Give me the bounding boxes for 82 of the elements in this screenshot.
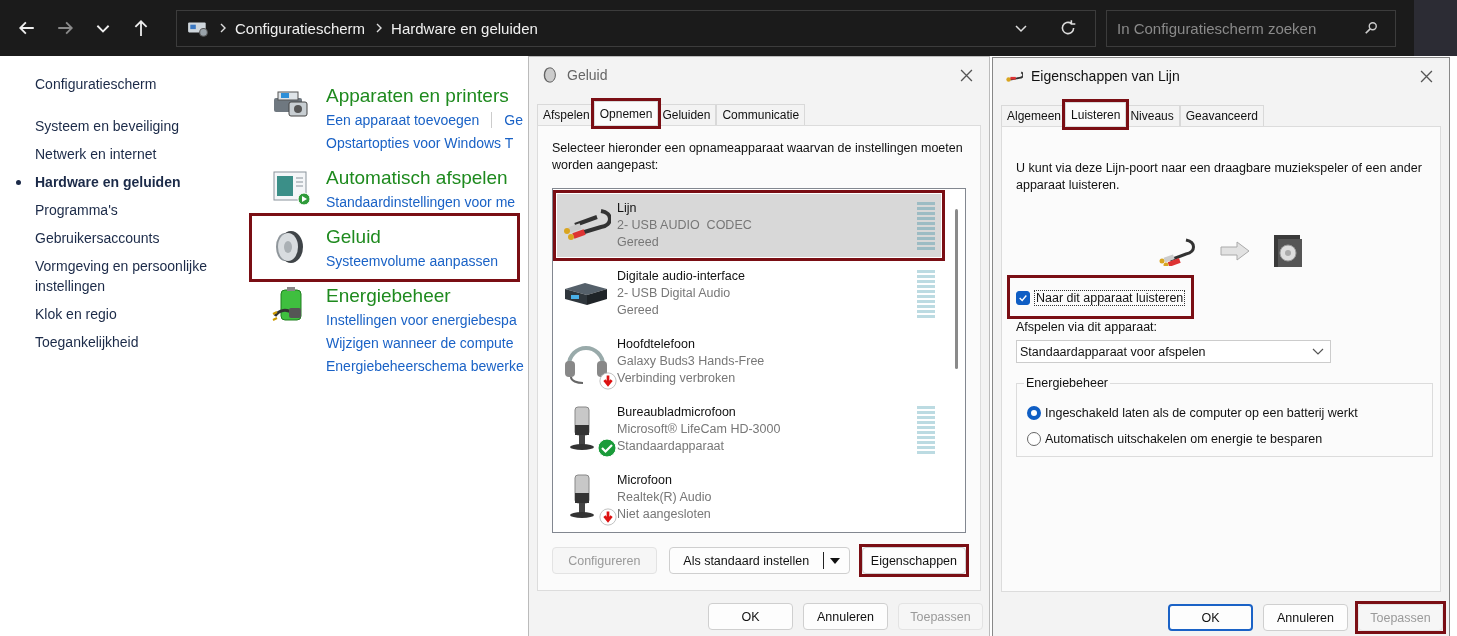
dialog-button[interactable]: Annuleren [803, 603, 888, 630]
speaker-box-icon [1272, 233, 1304, 269]
device-status: Standaardapparaat [617, 438, 726, 455]
sidebar-link[interactable]: Netwerk en internet [16, 140, 157, 168]
radio-button[interactable] [1027, 432, 1041, 446]
tab[interactable]: Communicatie [716, 104, 806, 125]
audio-cable-icon [1158, 236, 1198, 266]
checkmark-icon [1018, 293, 1028, 303]
category-link[interactable]: Geluid [326, 225, 498, 249]
forward-arrow-icon [56, 19, 74, 37]
device-name: Bureaubladmicrofoon [617, 404, 737, 421]
device-status: Verbinding verbroken [617, 370, 737, 387]
task-link[interactable]: Systeemvolume aanpassen [326, 252, 498, 269]
device-row[interactable]: Hoofdtelefoon Galaxy Buds3 Hands-Free Verbinding verbroken [557, 330, 941, 393]
sidebar-link[interactable]: Systeem en beveiliging [16, 112, 179, 140]
sidebar-link[interactable]: Vormgeving en persoonlijke instellingen [16, 252, 235, 300]
group-title: Energiebeheer [1024, 376, 1110, 390]
caret-down-icon [830, 557, 841, 564]
device-name: Lijn [617, 200, 638, 217]
task-link[interactable]: Wijzigen wanneer de compute [326, 334, 514, 351]
description-text: U kunt via deze Lijn-poort naar een draagbare muziekspeler of een ander apparaat luisteren. [1016, 160, 1423, 194]
playback-device-dropdown[interactable]: Standaardapparaat voor afspelen [1016, 340, 1331, 363]
dialog-button[interactable]: OK [1168, 604, 1253, 631]
back-arrow-icon [18, 19, 36, 37]
scrollbar[interactable] [955, 209, 958, 369]
window-title: Geluid [567, 67, 608, 83]
device-status: Gereed [617, 302, 660, 319]
device-name: Hoofdtelefoon [617, 336, 696, 353]
media-window-icon [271, 168, 311, 208]
breadcrumb-link[interactable]: Hardware en geluiden [391, 19, 538, 37]
chevron-right-icon [219, 22, 227, 34]
device-driver: Realtek(R) Audio [617, 489, 713, 506]
category-link[interactable]: Energiebeheer [326, 284, 524, 308]
task-link[interactable]: Ge [504, 111, 524, 128]
device-row[interactable]: Bureaubladmicrofoon Microsoft® LifeCam HD-3000 Standaardapparaat [557, 398, 941, 461]
search-icon [1364, 20, 1378, 35]
checkbox[interactable] [1016, 291, 1030, 305]
sidebar-link[interactable]: Toegankelijkheid [16, 328, 139, 356]
dialog-button[interactable]: Als standaard instellen [668, 547, 850, 574]
device-status: Niet aangesloten [617, 506, 712, 523]
task-link[interactable]: Standaardinstellingen voor me [326, 193, 516, 210]
address-bar[interactable]: Configuratiescherm Hardware en geluiden [176, 9, 1096, 47]
device-driver: Microsoft® LifeCam HD-3000 [617, 421, 782, 438]
dialog-button[interactable]: Eigenschappen [861, 547, 966, 574]
sidebar-link[interactable]: Klok en regio [16, 300, 117, 328]
home-link[interactable]: Configuratiescherm [16, 76, 249, 92]
tab[interactable]: Geavanceerd [1179, 105, 1264, 126]
dialog-button[interactable]: Annuleren [1263, 604, 1348, 631]
radio-button[interactable] [1027, 406, 1041, 420]
radio-label[interactable]: Automatisch uitschakelen om energie te besparen [1045, 432, 1323, 446]
device-driver: 2- USB Digital Audio [617, 285, 732, 302]
window-title: Eigenschappen van Lijn [1031, 68, 1180, 84]
device-status: Gereed [617, 234, 660, 251]
task-link[interactable]: Energiebeheerschema bewerke [326, 357, 524, 374]
background-window [1414, 0, 1457, 56]
instruction-text: Selecteer hieronder een opnameapparaat waarvan de instellingen moeten worden aangepast: [552, 140, 964, 174]
sidebar-link[interactable]: Hardware en geluiden [16, 168, 181, 196]
task-link[interactable]: Instellingen voor energiebespa [326, 311, 517, 328]
radio-label[interactable]: Ingeschakeld laten als de computer op een batterij werkt [1045, 406, 1358, 420]
chevron-right-icon [375, 22, 384, 34]
right-arrow-icon [1220, 241, 1250, 261]
search-field[interactable]: In Configuratiescherm zoeken [1106, 9, 1396, 47]
sidebar-link[interactable]: Programma's [16, 196, 118, 224]
category-link[interactable]: Apparaten en printers [326, 84, 524, 108]
task-link[interactable]: Opstartopties voor Windows T [326, 134, 514, 151]
task-link[interactable]: Een apparaat toevoegen [326, 111, 480, 128]
checkbox-label[interactable]: Naar dit apparaat luisteren [1034, 290, 1186, 306]
field-label: Afspelen via dit apparaat: [1016, 320, 1159, 334]
chevron-down-icon [1312, 347, 1324, 356]
device-name: Digitale audio-interface [617, 268, 746, 285]
device-driver: Galaxy Buds3 Hands-Free [617, 353, 766, 370]
up-arrow-icon [132, 19, 150, 37]
dialog-button[interactable]: OK [708, 603, 793, 630]
category-link[interactable]: Automatisch afspelen [326, 166, 516, 190]
device-row[interactable]: Digitale audio-interface 2- USB Digital Audio Gereed [557, 262, 941, 325]
refresh-icon [1059, 19, 1077, 37]
device-name: Microfoon [617, 472, 673, 489]
device-row[interactable]: Microfoon Realtek(R) Audio Niet aangesloten [557, 466, 941, 529]
device-driver: 2- USB AUDIO CODEC [617, 217, 753, 234]
breadcrumb-link[interactable]: Configuratiescherm [235, 19, 366, 37]
sidebar-link[interactable]: Gebruikersaccounts [16, 224, 160, 252]
speaker-icon [541, 66, 559, 84]
